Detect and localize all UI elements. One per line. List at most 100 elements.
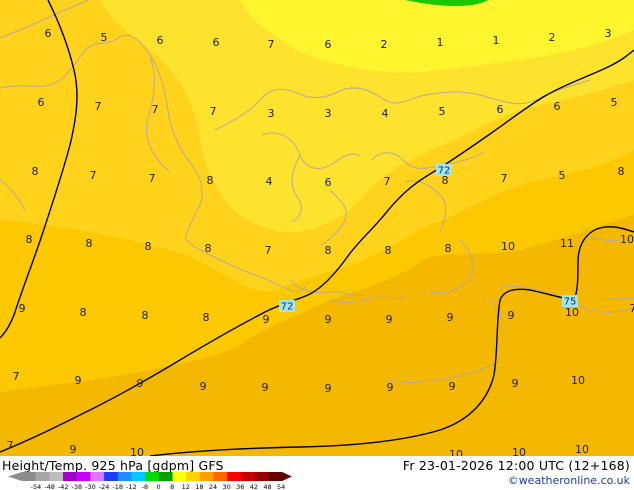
color-scale-tick-label: -30 [85, 483, 96, 490]
temperature-label: 6 [157, 34, 164, 47]
temperature-label: 7 [265, 244, 272, 257]
temperature-label: 2 [549, 31, 556, 44]
temperature-label: 8 [207, 174, 214, 187]
temperature-field [0, 0, 634, 456]
temperature-label: 3 [605, 27, 612, 40]
temperature-label: 9 [263, 313, 270, 326]
color-scale-segment [63, 472, 78, 481]
temperature-label: 7 [152, 103, 159, 116]
temperature-label: 9 [137, 377, 144, 390]
color-scale-tick-label: 8 [170, 483, 174, 490]
temperature-label: 8 [205, 242, 212, 255]
color-scale-tick-label: -48 [44, 483, 55, 490]
color-scale-tick-label: 48 [263, 483, 271, 490]
color-scale-segment [240, 472, 256, 481]
temperature-label: 7 [268, 38, 275, 51]
temperature-label: 10 [501, 240, 515, 253]
temperature-label: 6 [325, 38, 332, 51]
color-scale-tick-label: 18 [195, 483, 203, 490]
color-scale-tick-label: -8 [142, 483, 148, 490]
color-scale-segment [90, 472, 105, 481]
temperature-label: 9 [449, 380, 456, 393]
temperature-label: 5 [559, 169, 566, 182]
temperature-label: 8 [445, 242, 452, 255]
temperature-label: 9 [200, 380, 207, 393]
credit-link[interactable]: ©weatheronline.co.uk [508, 474, 630, 487]
color-scale-segment [199, 472, 215, 481]
color-scale-tick-label: 36 [236, 483, 244, 490]
color-scale-right-arrow [282, 472, 292, 481]
temperature-label: 8 [80, 306, 87, 319]
temperature-label: 9 [75, 374, 82, 387]
color-scale-segment [213, 472, 228, 481]
color-scale-segment [227, 472, 242, 481]
color-scale-tick-label: 42 [250, 483, 258, 490]
temperature-label: 9 [387, 381, 394, 394]
temperature-label: 6 [497, 103, 504, 116]
temperature-label: 9 [70, 443, 77, 456]
temperature-label: 6 [325, 176, 332, 189]
color-scale-segment [117, 472, 132, 481]
color-scale-segment [76, 472, 91, 481]
temperature-label: 9 [325, 382, 332, 395]
temperature-label: 1 [493, 34, 500, 47]
temperature-label: 8 [145, 240, 152, 253]
temperature-label: 7 [384, 175, 391, 188]
temperature-label: 7 [210, 105, 217, 118]
color-scale-segment [35, 472, 50, 481]
color-scale-tick-label: -42 [58, 483, 69, 490]
color-scale-tick-label: 54 [277, 483, 285, 490]
weather-map: 6566762112367773345665877846787588888788… [0, 0, 634, 490]
temperature-label: 9 [19, 302, 26, 315]
temperature-label: 9 [262, 381, 269, 394]
color-scale-tick-label: 24 [209, 483, 217, 490]
temperature-label: 7 [630, 302, 634, 315]
temperature-label: 4 [266, 175, 273, 188]
height-label: 72 [438, 166, 451, 177]
temperature-label: 4 [382, 107, 389, 120]
temperature-label: 10 [130, 446, 144, 456]
color-scale-segment [186, 472, 201, 481]
color-scale-segment [145, 472, 160, 481]
temperature-label: 9 [325, 313, 332, 326]
color-scale-segment [131, 472, 146, 481]
temperature-label: 10 [512, 446, 526, 456]
temperature-label: 1 [437, 36, 444, 49]
color-scale-tick-label: 30 [222, 483, 230, 490]
temperature-label: 5 [611, 96, 618, 109]
temperature-label: 8 [203, 311, 210, 324]
temperature-label: 5 [101, 31, 108, 44]
color-scale-bars [8, 472, 292, 481]
temperature-label: 3 [325, 107, 332, 120]
temperature-label: 5 [439, 105, 446, 118]
temperature-label: 9 [512, 377, 519, 390]
temperature-label: 3 [268, 107, 275, 120]
color-scale-segment [158, 472, 174, 481]
color-scale-ticks: -54 -48 -42 -38 -30 -24 -18 -12 -8 0 8 12 18 24 30 36 42… [31, 483, 286, 490]
color-scale-segment [104, 472, 119, 481]
temperature-label: 7 [501, 172, 508, 185]
valid-time: Fr 23-01-2026 12:00 UTC (12+168) [402, 458, 630, 473]
temperature-label: 8 [86, 237, 93, 250]
temperature-label: 10 [575, 443, 589, 456]
temperature-label: 9 [508, 309, 515, 322]
color-scale-segment [172, 472, 187, 481]
color-scale-segment [22, 472, 37, 481]
temperature-label: 2 [381, 38, 388, 51]
color-scale-tick-label: -24 [99, 483, 110, 490]
color-scale-tick-label: 12 [182, 483, 190, 490]
color-scale-left-arrow [8, 472, 22, 481]
temperature-label: 8 [32, 165, 39, 178]
temperature-label: 10 [620, 233, 634, 246]
color-scale-tick-label: -12 [126, 483, 137, 490]
color-scale-tick-label: -38 [72, 483, 83, 490]
temperature-label: 10 [565, 306, 579, 319]
color-scale: -54 -48 -42 -38 -30 -24 -18 -12 -8 0 8 12 18 24 30 36 42… [8, 472, 292, 490]
temperature-label: 10 [449, 448, 463, 456]
color-scale-segment [49, 472, 64, 481]
color-scale-tick-label: -18 [112, 483, 123, 490]
color-scale-segment [254, 472, 269, 481]
map-canvas: 6 5 6 6 7 6 2 1 1 2 36 7 7 7 3 3 4 5 6 6 58 7 7 8 4 6 7 8 7 5 88 8 8 8 7 8 8… [0, 0, 634, 456]
temperature-label: 7 [90, 169, 97, 182]
temperature-label: 7 [95, 100, 102, 113]
